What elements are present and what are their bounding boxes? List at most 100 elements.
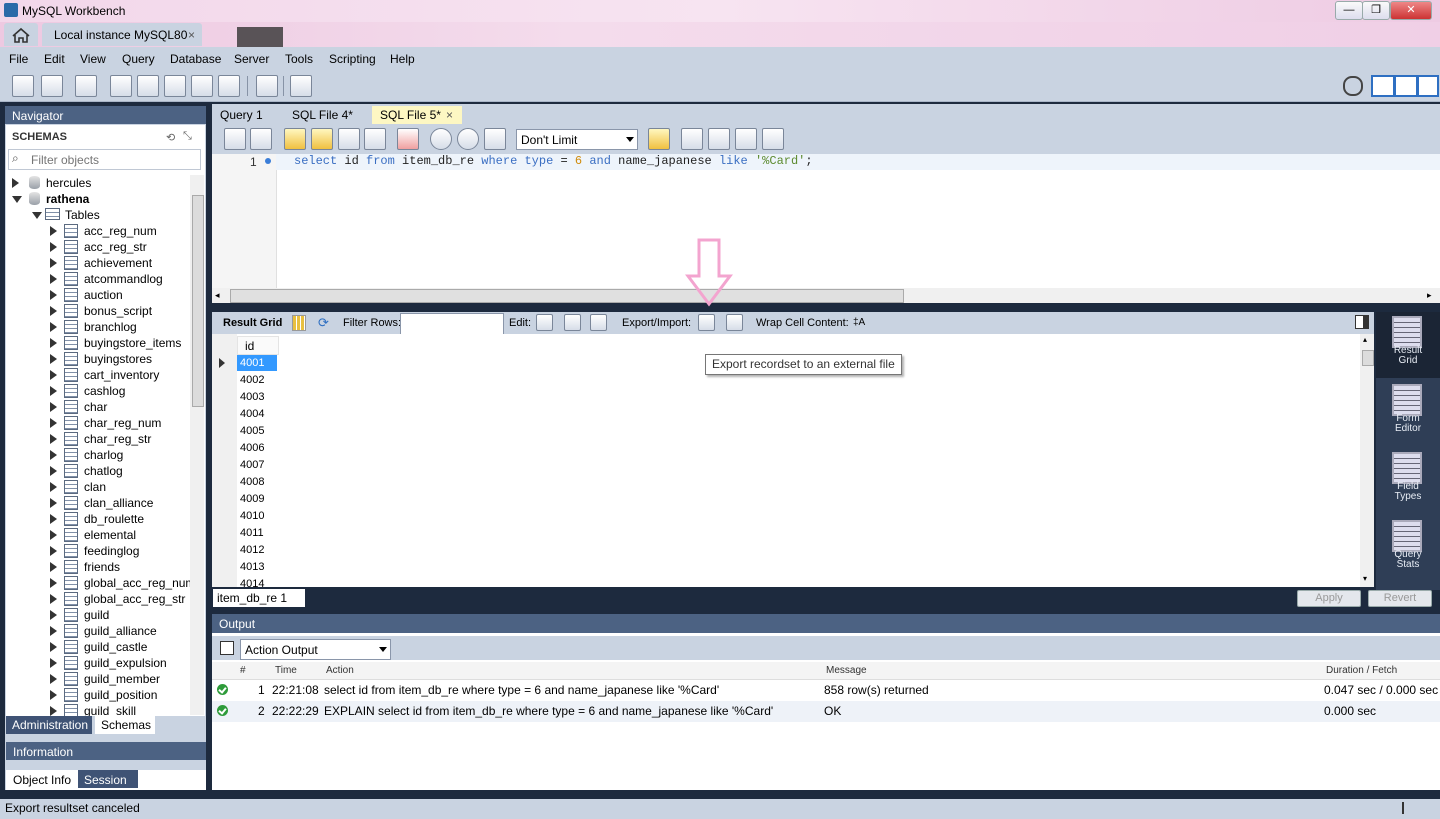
create-table-icon[interactable] — [137, 75, 159, 97]
execute-icon[interactable] — [284, 128, 306, 150]
filter-objects-input[interactable] — [29, 151, 198, 168]
snippet-icon[interactable] — [648, 128, 670, 150]
tab-administration[interactable]: Administration — [6, 716, 92, 734]
expand-icon[interactable] — [50, 434, 57, 444]
tab-close-icon[interactable]: × — [446, 106, 453, 124]
grid-cell[interactable]: 4007 — [237, 457, 277, 473]
toggle-error-icon[interactable] — [397, 128, 419, 150]
tab-query-1[interactable]: Query 1 — [212, 106, 271, 124]
toggle-sidebar-icon[interactable] — [1371, 75, 1395, 97]
expand-icon[interactable] — [50, 386, 57, 396]
export-icon[interactable] — [698, 314, 715, 331]
create-procedure-icon[interactable] — [191, 75, 213, 97]
expand-icon[interactable] — [50, 530, 57, 540]
save-icon[interactable] — [250, 128, 272, 150]
tab-sql-file-5[interactable]: SQL File 5* × — [372, 106, 462, 124]
expand-icon[interactable] — [50, 322, 57, 332]
expand-icon[interactable] — [50, 466, 57, 476]
expand-icon[interactable] — [50, 450, 57, 460]
tab-sql-file-4[interactable]: SQL File 4* — [284, 106, 361, 124]
grid-cell[interactable]: 4010 — [237, 508, 277, 524]
autocommit-icon[interactable] — [484, 128, 506, 150]
menu-database[interactable]: Database — [170, 52, 221, 66]
expand-icon[interactable] — [50, 370, 57, 380]
expand-icon[interactable] — [50, 354, 57, 364]
expand-icon[interactable] — [50, 514, 57, 524]
sql-query-text[interactable]: select id from item_db_re where type = 6… — [294, 154, 813, 169]
menu-help[interactable]: Help — [390, 52, 415, 66]
open-sql-script-icon[interactable] — [41, 75, 63, 97]
wrap-lines-icon[interactable] — [762, 128, 784, 150]
scroll-thumb[interactable] — [192, 195, 204, 407]
navigator-scrollbar[interactable] — [190, 175, 204, 715]
expand-icon[interactable] — [50, 338, 57, 348]
commit-icon[interactable] — [430, 128, 452, 150]
grid-cell[interactable]: 4003 — [237, 389, 277, 405]
grid-cell[interactable]: 4002 — [237, 372, 277, 388]
delete-row-icon[interactable] — [590, 314, 607, 331]
expand-icon[interactable] — [50, 418, 57, 428]
expand-icon[interactable] — [50, 690, 57, 700]
inspector-icon[interactable] — [75, 75, 97, 97]
expand-icon[interactable] — [50, 626, 57, 636]
grid-cell[interactable]: 4012 — [237, 542, 277, 558]
create-function-icon[interactable] — [218, 75, 240, 97]
grid-cell[interactable]: 4004 — [237, 406, 277, 422]
grid-cell[interactable]: 4006 — [237, 440, 277, 456]
close-button[interactable]: ✕ — [1390, 1, 1432, 20]
menu-view[interactable]: View — [80, 52, 106, 66]
toggle-secondary-sidebar-icon[interactable] — [1417, 75, 1439, 97]
menu-scripting[interactable]: Scripting — [329, 52, 376, 66]
expand-icon[interactable] — [50, 306, 57, 316]
maximize-button[interactable]: ❐ — [1362, 1, 1390, 20]
scroll-right-icon[interactable]: ▸ — [1427, 290, 1432, 301]
expand-icon[interactable] — [50, 482, 57, 492]
menu-query[interactable]: Query — [122, 52, 155, 66]
side-field-types[interactable]: Field Types — [1376, 448, 1440, 514]
grid-cell[interactable]: 4011 — [237, 525, 277, 541]
apply-button[interactable]: Apply — [1297, 590, 1361, 607]
insert-row-icon[interactable] — [564, 314, 581, 331]
tab-session[interactable]: Session — [78, 770, 138, 788]
expand-icon[interactable] — [50, 226, 57, 236]
sql-editor[interactable] — [212, 154, 1440, 288]
menu-server[interactable]: Server — [234, 52, 269, 66]
status-panel-icon[interactable] — [1402, 802, 1416, 814]
invisible-chars-icon[interactable] — [735, 128, 757, 150]
beautify-icon[interactable] — [681, 128, 703, 150]
gear-icon[interactable] — [1343, 76, 1363, 96]
new-sql-tab-icon[interactable] — [12, 75, 34, 97]
expand-icon[interactable] — [50, 562, 57, 572]
limit-rows-select[interactable]: Don't Limit — [516, 129, 638, 150]
import-icon[interactable] — [726, 314, 743, 331]
wrap-cell-icon[interactable]: ‡A — [853, 317, 865, 328]
output-type-select[interactable]: Action Output — [240, 639, 391, 660]
expand-icon[interactable] — [50, 274, 57, 284]
grid-cell[interactable]: 4013 — [237, 559, 277, 575]
scroll-left-icon[interactable]: ◂ — [215, 290, 220, 301]
connection-tab[interactable]: Local instance MySQL80 × — [42, 23, 202, 46]
stop-icon[interactable] — [364, 128, 386, 150]
search-table-data-icon[interactable] — [256, 75, 278, 97]
grid-cell[interactable]: 4008 — [237, 474, 277, 490]
rollback-icon[interactable] — [457, 128, 479, 150]
reconnect-icon[interactable] — [290, 75, 312, 97]
copy-output-icon[interactable] — [220, 641, 234, 655]
editor-horizontal-scrollbar[interactable]: ◂ ▸ — [212, 288, 1440, 303]
connection-tab-close-icon[interactable]: × — [188, 28, 195, 42]
create-view-icon[interactable] — [164, 75, 186, 97]
column-header-id[interactable]: id — [237, 336, 279, 355]
side-result-grid[interactable]: Result Grid — [1376, 312, 1440, 378]
expand-icon[interactable] — [50, 402, 57, 412]
menu-tools[interactable]: Tools — [285, 52, 313, 66]
tab-schemas[interactable]: Schemas — [95, 716, 155, 734]
menu-edit[interactable]: Edit — [44, 52, 65, 66]
scroll-thumb[interactable] — [230, 289, 904, 303]
find-icon[interactable] — [708, 128, 730, 150]
grid-cell[interactable]: 4005 — [237, 423, 277, 439]
expand-icon[interactable] — [50, 706, 57, 716]
expand-icon[interactable] — [50, 642, 57, 652]
expand-icon[interactable] — [50, 610, 57, 620]
minimize-button[interactable]: — — [1335, 1, 1363, 20]
explain-icon[interactable] — [338, 128, 360, 150]
